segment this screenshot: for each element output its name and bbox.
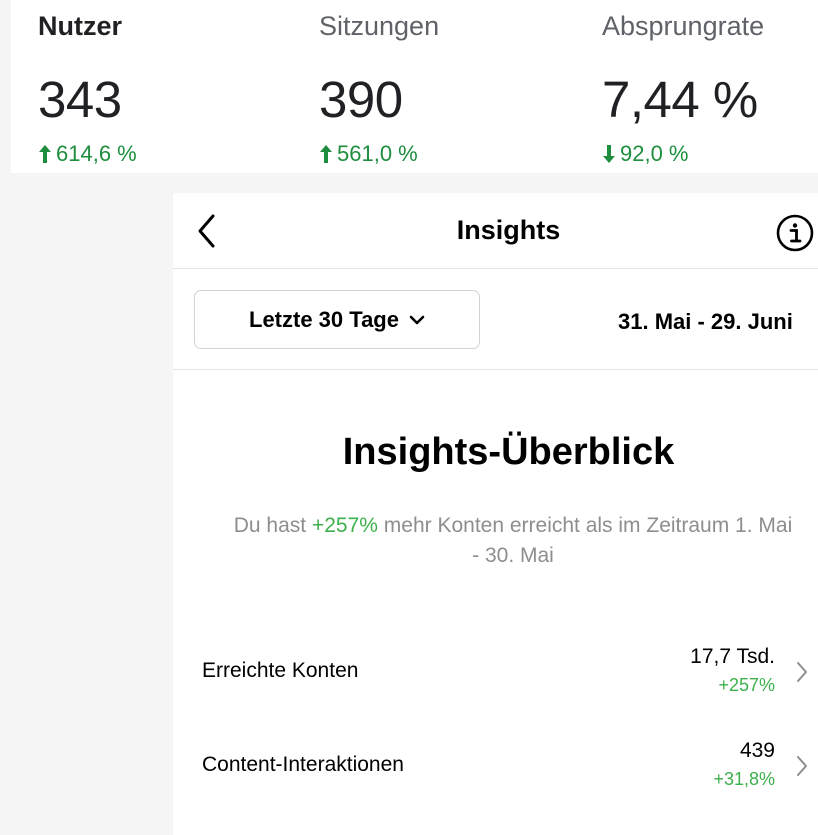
metric-label: Content-Interaktionen [202,753,404,776]
analytics-stats-card: Nutzer 343 614,6 % Sitzungen 390 561,0 %… [11,0,818,173]
arrow-up-icon [320,145,332,163]
arrow-up-icon [39,145,51,163]
stat-delta-text: 92,0 % [620,141,689,166]
overview-sub-highlight: +257% [311,514,378,537]
metric-change: +257% [718,675,775,695]
metric-value: 17,7 Tsd. [690,645,775,668]
stat-delta: 614,6 % [38,141,137,167]
metric-change: +31,8% [713,769,775,789]
stat-delta: 561,0 % [319,141,418,167]
stat-delta-text: 614,6 % [56,141,137,166]
stat-delta-text: 561,0 % [337,141,418,166]
metric-label: Erreichte Konten [202,659,359,682]
date-range-dropdown[interactable]: Letzte 30 Tage [194,290,480,349]
stat-value: 7,44 % [602,71,758,128]
chevron-right-icon [797,662,807,682]
overview-sub-suffix: mehr Konten erreicht als im Zeitraum 1. … [377,514,793,567]
stat-label: Absprungrate [602,11,765,41]
info-icon[interactable] [775,213,815,253]
stat-delta: 92,0 % [602,141,689,167]
top-bar: Insights [173,193,818,269]
stat-value: 390 [319,71,403,128]
date-range-dropdown-label: Letzte 30 Tage [249,306,399,332]
date-range-text: 31. Mai - 29. Juni [618,309,793,334]
stat-label: Nutzer [38,11,123,41]
overview-title: Insights-Überblick [342,431,675,473]
metric-row-reached-accounts[interactable]: Erreichte Konten 17,7 Tsd. +257% [173,645,818,705]
stat-label: Sitzungen [319,11,440,41]
chevron-down-icon [409,315,425,324]
metric-value: 439 [739,739,775,762]
insights-panel: Insights Letzte 30 Tage 31. Mai - 29. Ju… [173,193,818,835]
chevron-right-icon [797,756,807,776]
overview-subtitle: Du hast +257% mehr Konten erreicht als i… [233,511,793,571]
page-title: Insights [456,215,561,245]
stat-value: 343 [38,71,122,128]
overview-sub-prefix: Du hast [233,514,312,537]
filter-bar: Letzte 30 Tage 31. Mai - 29. Juni [173,269,818,370]
arrow-down-icon [603,145,615,163]
metric-row-content-interactions[interactable]: Content-Interaktionen 439 +31,8% [173,739,818,799]
